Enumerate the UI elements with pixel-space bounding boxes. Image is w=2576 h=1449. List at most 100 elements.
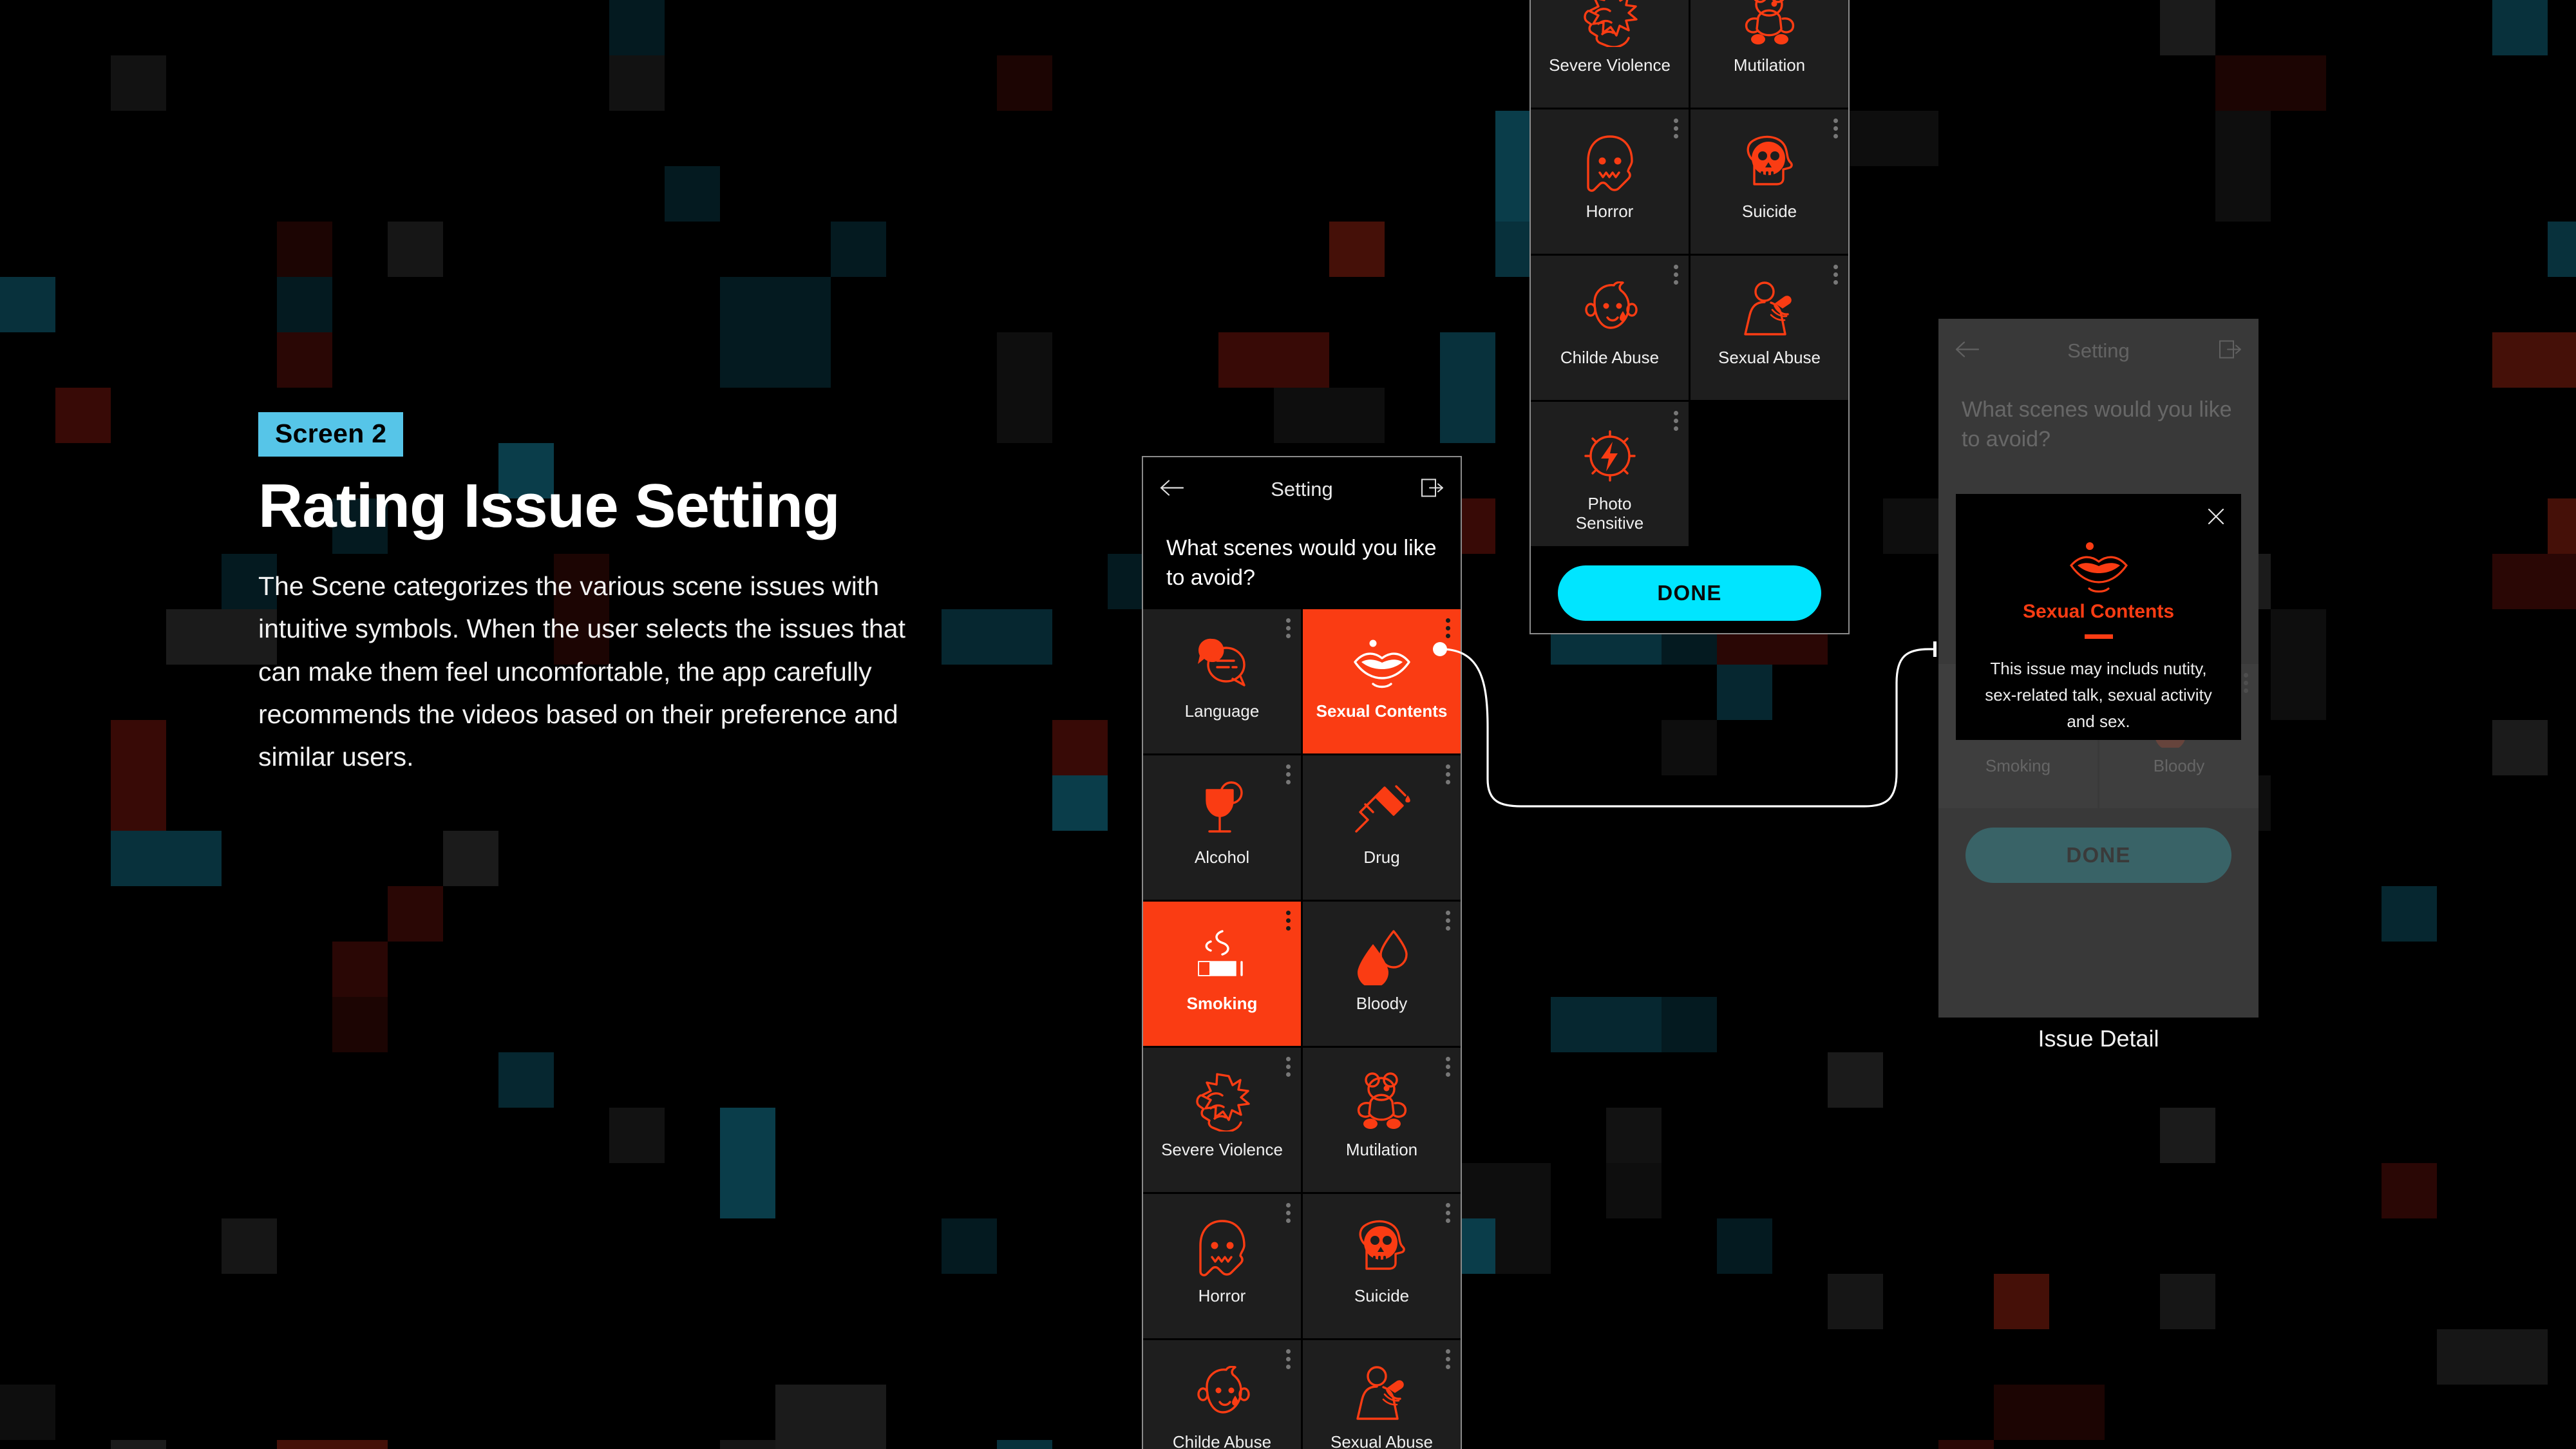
issue-tile-label: Childe Abuse — [1560, 348, 1660, 367]
background-tile — [831, 222, 886, 277]
issue-tile-label: Sexual Abuse — [1718, 348, 1821, 367]
issue-tile-label: Mutilation — [1345, 1140, 1418, 1160]
background-tile — [388, 222, 443, 277]
issue-tile-mutilation[interactable]: Mutilation — [1303, 1048, 1461, 1193]
background-tile — [1551, 997, 1662, 1052]
background-tile — [942, 1218, 997, 1274]
groping-hand-icon — [1739, 274, 1801, 346]
background-tile — [1274, 388, 1385, 443]
background-tile — [1052, 775, 1108, 831]
background-tile — [1606, 1163, 1662, 1218]
close-icon[interactable] — [2206, 507, 2226, 529]
more-options-icon[interactable] — [1446, 764, 1450, 785]
crying-baby-icon — [1579, 274, 1641, 346]
issue-tile-drug[interactable]: Drug — [1303, 755, 1461, 900]
more-options-icon[interactable] — [1674, 411, 1678, 431]
background-tile — [2160, 0, 2215, 55]
crying-baby-icon — [1191, 1358, 1253, 1430]
issue-tile-label: Sexual Contents — [1316, 701, 1448, 721]
teddy-bear-icon — [1739, 0, 1801, 53]
issue-grid: Language Sexual Contents Alcohol Drug Sm… — [1143, 609, 1461, 1449]
issue-tile-mutilation[interactable]: Mutilation — [1690, 0, 1848, 108]
exit-icon[interactable] — [1421, 478, 1444, 502]
background-tile — [443, 831, 498, 886]
more-options-icon[interactable] — [1833, 265, 1838, 285]
more-options-icon[interactable] — [1446, 911, 1450, 931]
question-text: What scenes would you like to avoid? — [1166, 536, 1437, 591]
detail-caption: Issue Detail — [2038, 1025, 2159, 1052]
background-tile — [277, 222, 332, 277]
more-options-icon[interactable] — [1833, 118, 1838, 138]
background-tile — [1218, 332, 1329, 388]
issue-tile-label: Horror — [1586, 202, 1634, 221]
photo-sensitive-icon — [1580, 420, 1640, 492]
wine-glass-icon — [1191, 773, 1253, 846]
issue-tile-severe-violence[interactable]: Severe Violence — [1531, 0, 1689, 108]
more-options-icon[interactable] — [1286, 1203, 1291, 1224]
background-tile — [1329, 222, 1385, 277]
issue-tile-label: Childe Abuse — [1172, 1432, 1272, 1449]
done-button[interactable]: DONE — [1558, 565, 1821, 621]
issue-tile-childe-abuse[interactable]: Childe Abuse — [1531, 256, 1689, 400]
phone-mockup-scrolled: Severe Violence Mutilation Horror Suicid… — [1530, 0, 1850, 634]
more-options-icon[interactable] — [1446, 1349, 1450, 1370]
background-tile — [720, 1108, 775, 1218]
more-options-icon[interactable] — [1446, 1057, 1450, 1077]
background-tile — [111, 720, 166, 831]
issue-tile-sexual-contents[interactable]: Sexual Contents — [1303, 609, 1461, 754]
issue-tile-bloody[interactable]: Bloody — [1303, 902, 1461, 1046]
background-tile — [997, 1440, 1052, 1449]
issue-tile-childe-abuse[interactable]: Childe Abuse — [1143, 1340, 1301, 1449]
issue-tile-sexual-abuse[interactable]: Sexual Abuse — [1303, 1340, 1461, 1449]
more-options-icon[interactable] — [1286, 618, 1291, 639]
issue-tile-label: Language — [1184, 701, 1260, 721]
page-title: Rating Issue Setting — [258, 471, 840, 540]
issue-tile-smoking[interactable]: Smoking — [1143, 902, 1301, 1046]
background-tile — [720, 277, 831, 388]
issue-tile-horror[interactable]: Horror — [1531, 109, 1689, 254]
issue-tile-suicide[interactable]: Suicide — [1303, 1194, 1461, 1339]
poster-canvas: Screen 2 Rating Issue Setting The Scene … — [0, 0, 2576, 1449]
background-tile — [222, 1218, 277, 1274]
more-options-icon[interactable] — [1286, 764, 1291, 785]
background-tile — [2160, 1108, 2215, 1163]
skull-head-icon — [1351, 1212, 1413, 1284]
more-options-icon[interactable] — [1286, 911, 1291, 931]
more-options-icon[interactable] — [1286, 1349, 1291, 1370]
background-tile — [2548, 222, 2576, 277]
background-tile — [388, 886, 443, 942]
issue-tile-photo-sensitive[interactable]: Photo Sensitive — [1531, 402, 1689, 546]
issue-tile-label: Bloody — [2153, 756, 2205, 776]
issue-tile-alcohol[interactable]: Alcohol — [1143, 755, 1301, 900]
phone-mockup-issue-detail: Setting What scenes would you like to av… — [1938, 319, 2259, 1018]
more-options-icon[interactable] — [1674, 265, 1678, 285]
more-options-icon[interactable] — [1446, 1203, 1450, 1224]
issue-tile-horror[interactable]: Horror — [1143, 1194, 1301, 1339]
issue-tile-label: Photo Sensitive — [1575, 494, 1644, 533]
more-options-icon[interactable] — [1446, 618, 1450, 639]
more-options-icon[interactable] — [1674, 118, 1678, 138]
more-options-icon[interactable] — [1286, 1057, 1291, 1077]
background-tile — [2492, 332, 2576, 388]
done-button-disabled[interactable]: DONE — [1965, 828, 2231, 884]
skull-head-icon — [1739, 128, 1801, 200]
nav-title: Setting — [2067, 339, 2130, 362]
background-tile — [2271, 609, 2326, 720]
exit-icon[interactable] — [2219, 339, 2242, 363]
more-options-icon[interactable] — [2244, 673, 2248, 694]
background-tile — [997, 332, 1052, 443]
ghost-icon — [1193, 1212, 1252, 1284]
background-tile — [1938, 1440, 1994, 1449]
issue-tile-language[interactable]: Language — [1143, 609, 1301, 754]
arrow-left-icon[interactable] — [1955, 341, 1981, 362]
issue-tile-label: Alcohol — [1194, 848, 1250, 867]
issue-tile-sexual-abuse[interactable]: Sexual Abuse — [1690, 256, 1848, 400]
arrow-left-icon[interactable] — [1160, 479, 1186, 500]
background-tile — [665, 166, 720, 222]
issue-tile-suicide[interactable]: Suicide — [1690, 109, 1848, 254]
issue-tile-severe-violence[interactable]: Severe Violence — [1143, 1048, 1301, 1193]
background-tile — [277, 277, 332, 332]
done-bar-detail: DONE — [1938, 808, 2259, 905]
cigarette-icon — [1191, 920, 1253, 992]
issue-tile-label: Severe Violence — [1549, 55, 1671, 75]
